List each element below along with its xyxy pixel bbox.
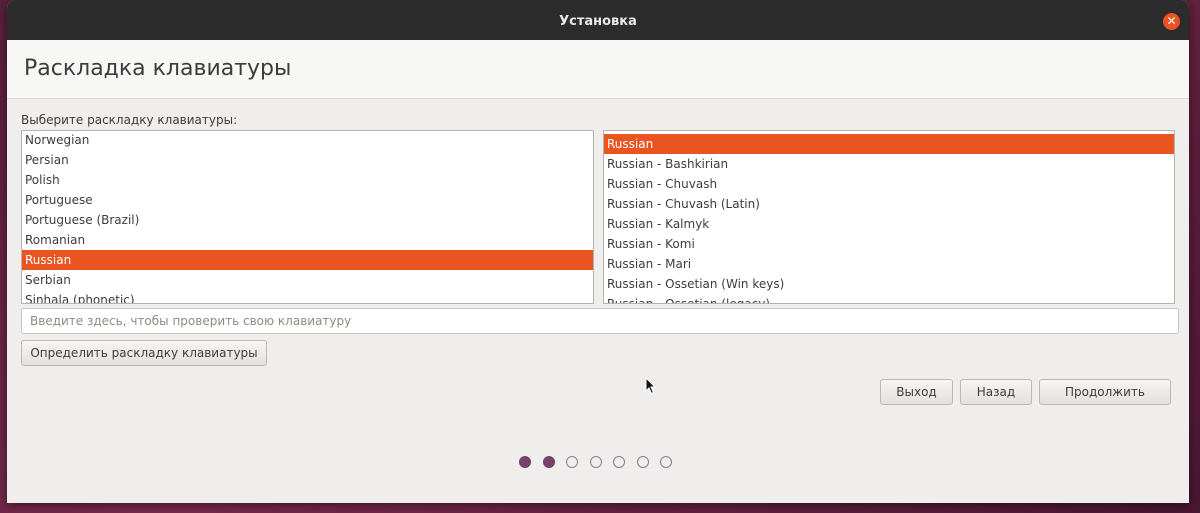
list-item[interactable]: Serbian bbox=[22, 270, 593, 290]
list-item[interactable]: Russian - Ossetian (Win keys) bbox=[604, 274, 1174, 294]
close-button[interactable]: ✕ bbox=[1163, 13, 1180, 30]
variant-list-items: Russian Russian - Bashkirian Russian - Chu… bbox=[604, 134, 1174, 303]
mouse-cursor-icon bbox=[645, 377, 657, 395]
list-item[interactable]: Persian bbox=[22, 150, 593, 170]
list-item[interactable]: Romanian bbox=[22, 230, 593, 250]
close-icon: ✕ bbox=[1166, 14, 1177, 28]
continue-button[interactable]: Продолжить bbox=[1039, 379, 1171, 405]
title-bar[interactable]: Установка ✕ bbox=[7, 0, 1189, 40]
list-item[interactable]: Polish bbox=[22, 170, 593, 190]
list-item[interactable]: Portuguese (Brazil) bbox=[22, 210, 593, 230]
progress-dot bbox=[519, 456, 531, 468]
progress-dot bbox=[566, 456, 578, 468]
layout-list[interactable]: Norwegian Persian Polish Portuguese Portugue… bbox=[21, 130, 594, 304]
layout-prompt-label: Выберите раскладку клавиатуры: bbox=[21, 113, 238, 127]
back-button[interactable]: Назад bbox=[960, 379, 1032, 405]
list-item[interactable]: Russian - Chuvash (Latin) bbox=[604, 194, 1174, 214]
progress-dot bbox=[542, 456, 555, 468]
list-item[interactable]: Sinhala (phonetic) bbox=[22, 290, 593, 303]
layout-list-items: Norwegian Persian Polish Portuguese Portugue… bbox=[22, 131, 593, 303]
list-item[interactable]: Russian - Ossetian (legacy) bbox=[604, 294, 1174, 303]
progress-dot bbox=[636, 456, 649, 468]
list-item[interactable]: Russian - Chuvash bbox=[604, 174, 1174, 194]
list-item[interactable]: Norwegian bbox=[22, 131, 593, 150]
progress-dot bbox=[589, 456, 602, 468]
list-item[interactable]: Russian - Kalmyk bbox=[604, 214, 1174, 234]
list-item[interactable]: Russian - Mari bbox=[604, 254, 1174, 274]
installer-window: Установка ✕ Раскладка клавиатуры Выберит… bbox=[7, 0, 1189, 503]
progress-dot bbox=[660, 456, 672, 468]
keyboard-test-input[interactable] bbox=[21, 308, 1179, 334]
page-title: Раскладка клавиатуры bbox=[24, 56, 292, 81]
list-item[interactable]: Russian - Komi bbox=[604, 234, 1174, 254]
list-item[interactable]: Russian bbox=[22, 250, 593, 270]
detect-layout-button[interactable]: Определить раскладку клавиатуры bbox=[21, 340, 267, 366]
window-title: Установка bbox=[559, 14, 637, 29]
list-item[interactable]: Portuguese bbox=[22, 190, 593, 210]
progress-dot bbox=[613, 456, 625, 468]
list-item[interactable]: Russian - Bashkirian bbox=[604, 154, 1174, 174]
variant-list[interactable]: Russian Russian - Bashkirian Russian - Chu… bbox=[603, 130, 1175, 304]
page-header: Раскладка клавиатуры bbox=[7, 40, 1189, 99]
quit-button[interactable]: Выход bbox=[880, 379, 953, 405]
list-item[interactable]: Russian bbox=[604, 134, 1174, 154]
